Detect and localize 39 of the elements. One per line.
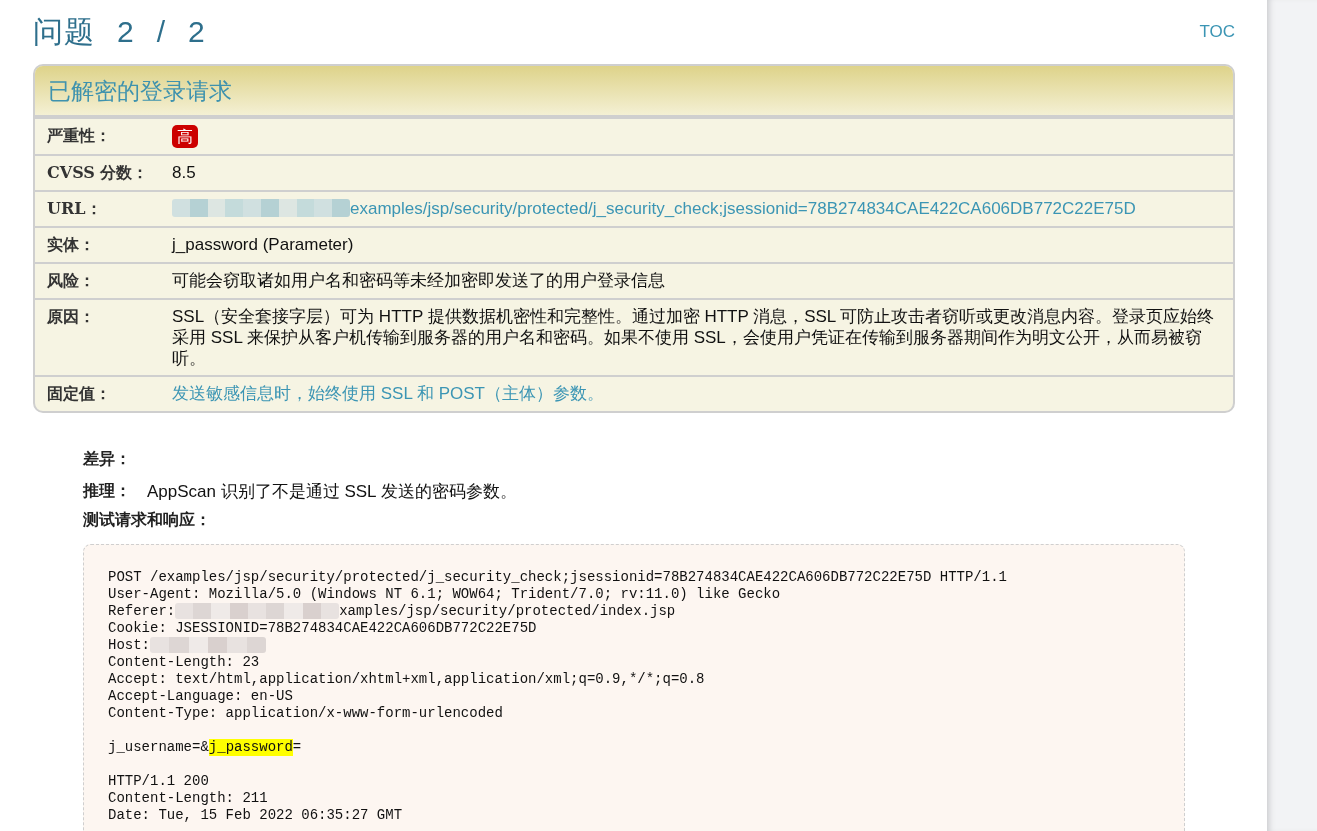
- issue-title: 已解密的登录请求: [35, 66, 1233, 117]
- code-line: User-Agent: Mozilla/5.0 (Windows NT 6.1; WOW64; Trident/7.0; rv:11.0) like Gecko: [108, 586, 781, 602]
- field-label: 固定值：: [47, 382, 112, 404]
- page-title: 问题: [33, 14, 95, 50]
- section-label: 测试请求和响应：: [83, 509, 212, 531]
- separator: /: [156, 14, 167, 50]
- url-link[interactable]: examples/jsp/security/protected/j_security_check;jsessionid=78B274834CAE422CA606DB772C22E75D: [350, 197, 1136, 219]
- issue-total: 2: [188, 14, 206, 50]
- code-line: Cookie: JSESSIONID=78B274834CAE422CA606DB772C22E75D: [108, 620, 537, 636]
- field-label: URL：: [47, 197, 103, 219]
- issue-index: 2: [117, 14, 135, 50]
- code-line: HTTP/1.1 200: [108, 773, 209, 789]
- reasoning-text: AppScan 识别了不是通过 SSL 发送的密码参数。: [147, 480, 517, 503]
- field-label: 严重性：: [47, 124, 112, 146]
- code-line: Content-Type: application/x-www-form-urlencoded: [108, 705, 503, 721]
- code-line: Accept: text/html,application/xhtml+xml,application/xml;q=0.9,*/*;q=0.8: [108, 671, 705, 687]
- severity-badge: 高: [172, 124, 198, 148]
- code-text: Referer:: [108, 603, 176, 619]
- code-text: =: [292, 739, 302, 755]
- code-text: j_username=&: [108, 739, 209, 755]
- field-value: 8.5: [172, 161, 196, 183]
- field-value: j_password (Parameter): [172, 233, 354, 255]
- field-label: 原因：: [47, 305, 96, 327]
- field-label: CVSS 分数：: [47, 161, 150, 183]
- code-text: Host:: [108, 637, 150, 653]
- code-line: POST /examples/jsp/security/protected/j_security_check;jsessionid=78B274834CAE422CA606DB772C22E75D HTTP/1.1: [108, 569, 1007, 585]
- section-label: 推理：: [83, 480, 131, 503]
- field-value: 可能会窃取诸如用户名和密码等未经加密即发送了的用户登录信息: [172, 269, 665, 291]
- url-link[interactable]: 发送敏感信息时，始终使用 SSL 和 POST（主体）参数。: [172, 382, 604, 404]
- toc-link[interactable]: TOC: [1199, 19, 1235, 45]
- code-line: Accept-Language: en-US: [108, 688, 293, 704]
- field-label: 风险：: [47, 269, 96, 291]
- code-line: Date: Tue, 15 Feb 2022 06:35:27 GMT: [108, 807, 403, 823]
- code-line: Content-Length: 23: [108, 654, 260, 670]
- code-text: xamples/jsp/security/protected/index.jsp: [339, 603, 676, 619]
- code-line: Content-Length: 211: [108, 790, 268, 806]
- section-label: 差异：: [83, 447, 132, 470]
- field-label: 实体：: [47, 233, 96, 255]
- field-value: SSL（安全套接字层）可为 HTTP 提供数据机密性和完整性。通过加密 HTTP 消息，SSL 可防止攻击者窃听或更改消息内容。登录页应始终采用 SSL 来保护从客户机传输到服务器的用户名和密码。如果不使用 SSL，会使用户凭证在传输到服务器期间作为明文公开，从而易被窃听。: [172, 305, 1216, 369]
